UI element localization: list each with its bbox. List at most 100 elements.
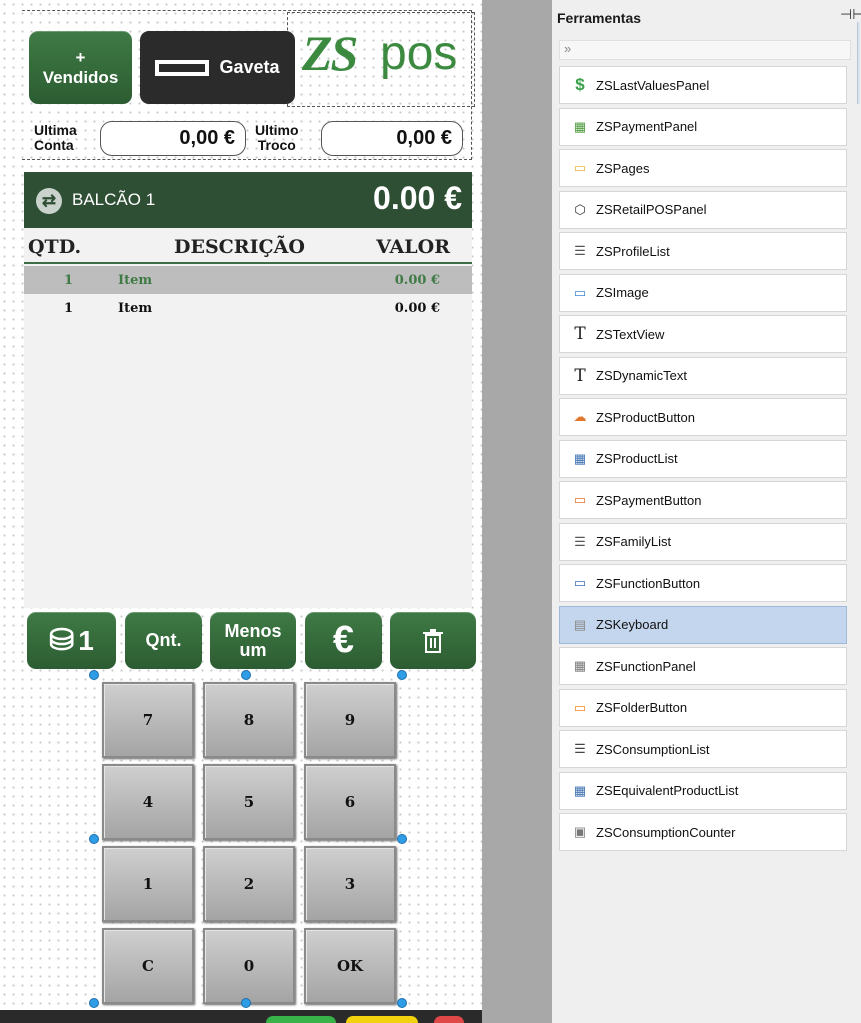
key-0[interactable]: 0 (203, 928, 295, 1004)
box-icon: ⬡ (574, 201, 586, 217)
resize-handle[interactable] (241, 670, 251, 680)
green-pill-button[interactable] (266, 1016, 336, 1023)
key-4[interactable]: 4 (102, 764, 194, 840)
tool-item-zsfamilylist[interactable]: ☰ ZSFamilyList (559, 522, 847, 561)
key-7[interactable]: 7 (102, 682, 194, 758)
key-6[interactable]: 6 (304, 764, 396, 840)
key-1[interactable]: 1 (102, 846, 194, 922)
tool-item-zskeyboard[interactable]: ▤ ZSKeyboard (559, 605, 847, 644)
toolbox-panel: Ferramentas ⊣⊢ » $ ZSLastValuesPanel ▦ ZSPa… (552, 0, 861, 1023)
key-3[interactable]: 3 (304, 846, 396, 922)
pos-design-canvas[interactable]: + Vendidos Gaveta ZS pos Ultima Conta 0,… (0, 0, 482, 1023)
cloud-icon: ☁ (573, 409, 587, 424)
gaveta-button[interactable]: Gaveta (140, 31, 295, 104)
resize-handle[interactable] (397, 834, 407, 844)
delete-button[interactable] (390, 612, 476, 669)
keyboard-icon: ▤ (573, 616, 587, 632)
item-description: Item (118, 301, 153, 316)
folder-button-icon: ▭ (573, 699, 587, 715)
ok-button-icon: ▭ (573, 575, 587, 590)
resize-handle[interactable] (397, 670, 407, 680)
toolbox-title: Ferramentas (557, 10, 642, 26)
list-item[interactable]: 1 Item 0.00 € (24, 294, 472, 322)
tool-item-label: ZSFamilyList (596, 534, 672, 549)
tool-item-label: ZSEquivalentProductList (596, 783, 739, 798)
tool-item-zsdynamictext[interactable]: T ZSDynamicText (559, 356, 847, 395)
tool-item-label: ZSImage (596, 285, 649, 300)
key-8[interactable]: 8 (203, 682, 295, 758)
menos-um-button[interactable]: Menos um (210, 612, 296, 669)
tool-item-zsretailpospanel[interactable]: ⬡ ZSRetailPOSPanel (559, 190, 847, 229)
grid-icon: ▦ (573, 450, 587, 466)
item-value: 0.00 € (394, 273, 440, 288)
euro-button[interactable]: € (305, 612, 382, 669)
tool-item-zstextview[interactable]: T ZSTextView (559, 315, 847, 353)
resize-handle[interactable] (89, 998, 99, 1008)
vendidos-button[interactable]: + Vendidos (29, 31, 132, 104)
table-total: 0.00 € (373, 180, 462, 216)
yellow-pill-button[interactable] (346, 1016, 418, 1023)
header-value: VALOR (376, 236, 450, 258)
tool-item-label: ZSConsumptionList (596, 741, 710, 757)
document-list-icon: ☰ (574, 741, 586, 756)
card-icon: ▭ (573, 492, 587, 507)
tool-item-label: ZSProductList (596, 451, 678, 466)
trash-icon (423, 628, 443, 653)
qnt-button[interactable]: Qnt. (125, 612, 202, 669)
key-9[interactable]: 9 (304, 682, 396, 758)
tool-item-zspaymentbutton[interactable]: ▭ ZSPaymentButton (559, 481, 847, 519)
tool-item-zsprofilelist[interactable]: ☰ ZSProfileList (559, 232, 847, 270)
tool-item-zsproductlist[interactable]: ▦ ZSProductList (559, 439, 847, 478)
tool-item-zsconsumptionlist[interactable]: ☰ ZSConsumptionList (559, 730, 847, 768)
add-one-button[interactable]: ⛁ 1 (27, 612, 116, 669)
header-description: DESCRIÇÃO (174, 236, 305, 258)
tool-item-zsimage[interactable]: ▭ ZSImage (559, 273, 847, 312)
tool-item-label: ZSProductButton (596, 409, 695, 425)
tool-item-zspaymentpanel[interactable]: ▦ ZSPaymentPanel (559, 107, 847, 146)
red-pill-button[interactable] (434, 1016, 464, 1023)
zs-logo-mark: ZS (302, 25, 358, 81)
tool-item-zspages[interactable]: ▭ ZSPages (559, 149, 847, 187)
key-ok[interactable]: OK (304, 928, 396, 1004)
tool-item-label: ZSRetailPOSPanel (596, 202, 707, 217)
table-bar: ⇄ BALCÃO 1 0.00 € (24, 172, 472, 228)
ultimo-troco-label: Ultimo Troco (255, 122, 299, 153)
tool-item-zsconsumptioncounter[interactable]: ▣ ZSConsumptionCounter (559, 813, 847, 851)
consumption-list[interactable]: QTD. DESCRIÇÃO VALOR 1 Item 0.00 € 1 Ite… (24, 228, 472, 608)
resize-handle[interactable] (89, 670, 99, 680)
counter-icon: ▣ (573, 824, 587, 839)
zs-pos-logo: ZS pos (300, 20, 470, 100)
text-icon: T (574, 365, 586, 386)
key-5[interactable]: 5 (203, 764, 295, 840)
tool-item-zslastvaluespanel[interactable]: $ ZSLastValuesPanel (559, 66, 847, 104)
tool-item-zsfolderbutton[interactable]: ▭ ZSFolderButton (559, 688, 847, 727)
panel-icon: ▦ (573, 658, 587, 673)
ultimo-troco-value: 0,00 € (321, 121, 463, 156)
gaveta-label: Gaveta (219, 57, 280, 77)
tool-item-zsproductbutton[interactable]: ☁ ZSProductButton (559, 398, 847, 436)
key-2[interactable]: 2 (203, 846, 295, 922)
key-c[interactable]: C (102, 928, 194, 1004)
resize-handle[interactable] (89, 834, 99, 844)
item-description: Item (118, 273, 153, 288)
ultima-conta-value: 0,00 € (100, 121, 246, 156)
double-chevron-down-icon: » (564, 41, 572, 56)
pin-icon[interactable]: ⊣⊢ (840, 6, 861, 23)
swap-icon[interactable]: ⇄ (36, 188, 62, 214)
tool-item-label: ZSDynamicText (596, 368, 688, 383)
scroll-indicator[interactable] (857, 22, 860, 104)
tool-item-zsfunctionpanel[interactable]: ▦ ZSFunctionPanel (559, 647, 847, 685)
tool-item-zsfunctionbutton[interactable]: ▭ ZSFunctionButton (559, 564, 847, 602)
folder-icon: ▭ (573, 160, 587, 175)
list-item[interactable]: 1 Item 0.00 € (24, 266, 472, 294)
canvas-background (482, 0, 552, 1023)
toolbox-group-header[interactable]: » (559, 40, 851, 60)
tool-item-zsequivalentproductlist[interactable]: ▦ ZSEquivalentProductList (559, 771, 847, 810)
image-icon: ▭ (573, 284, 587, 300)
menos-um-label: Menos um (224, 620, 282, 660)
resize-handle[interactable] (397, 998, 407, 1008)
tool-item-label: ZSPaymentButton (596, 492, 702, 508)
list-icon: ☰ (574, 533, 586, 549)
tool-item-label: ZSPaymentPanel (596, 119, 698, 134)
resize-handle[interactable] (241, 998, 251, 1008)
